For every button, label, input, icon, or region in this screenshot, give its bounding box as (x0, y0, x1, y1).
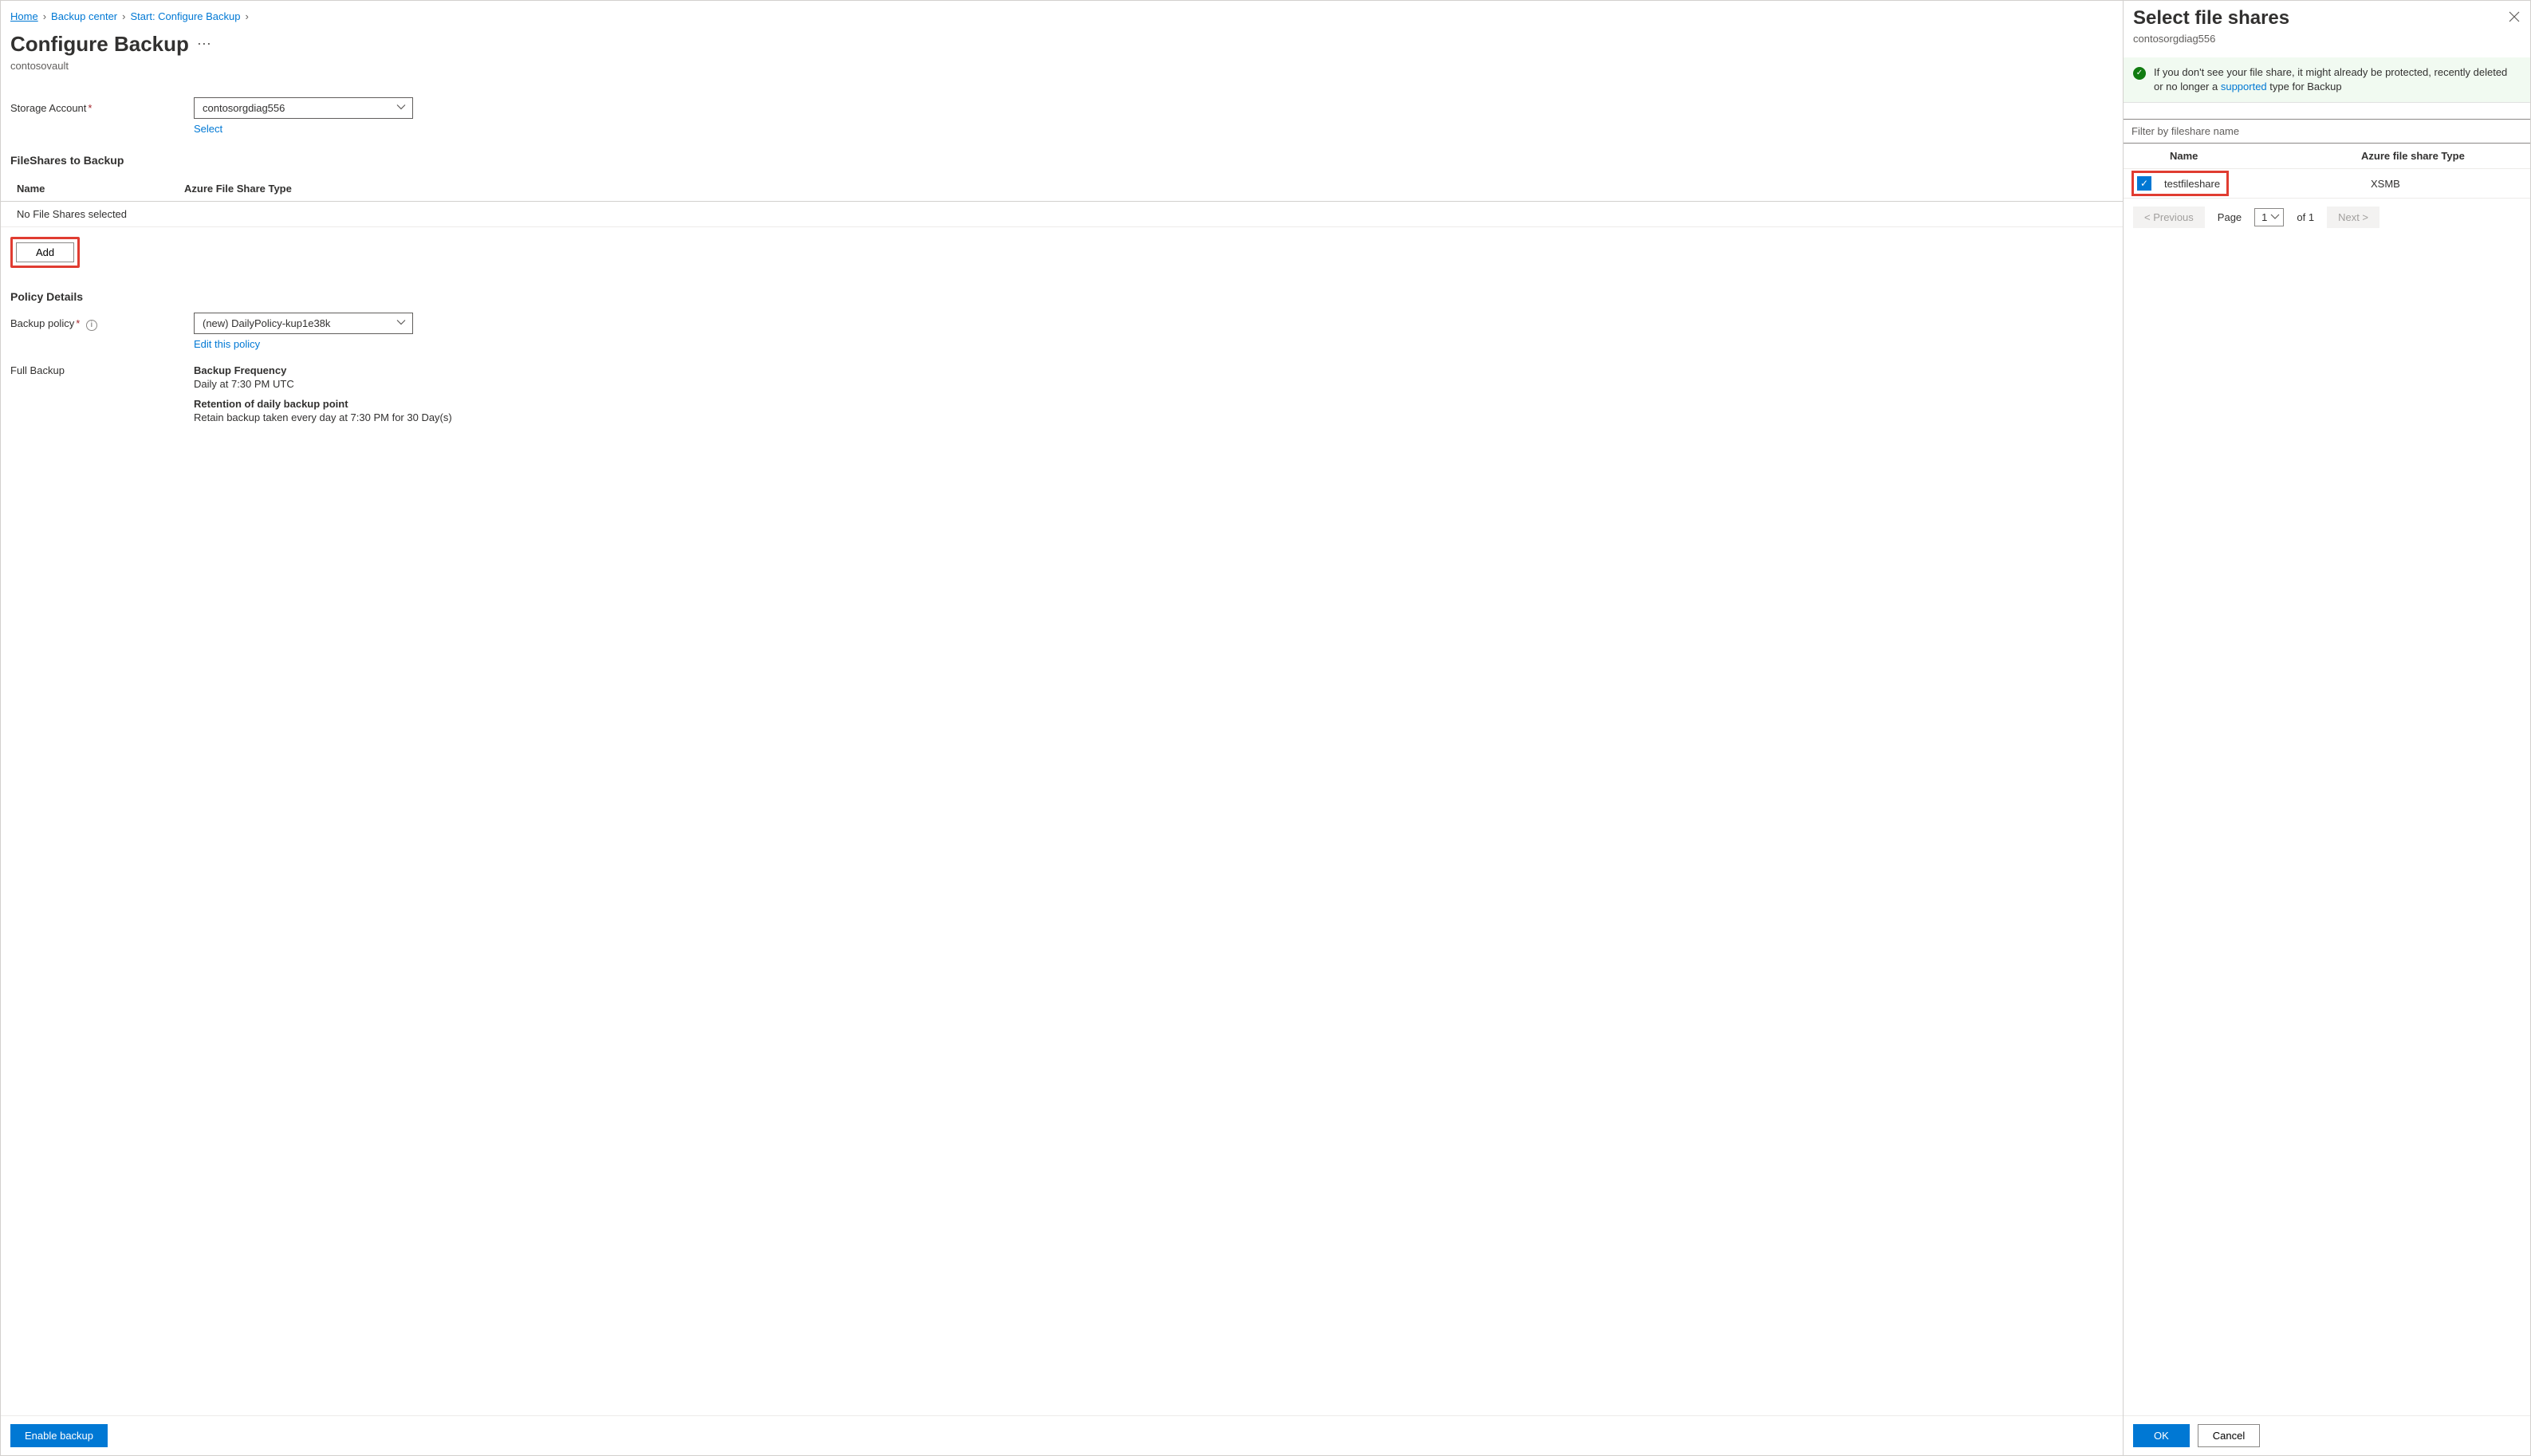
fileshares-heading: FileShares to Backup (10, 154, 2113, 167)
panel-grid-header: Name Azure file share Type (2124, 144, 2530, 169)
breadcrumb-backup-center[interactable]: Backup center (51, 10, 117, 22)
fileshares-col-name: Name (17, 183, 184, 195)
edit-policy-link[interactable]: Edit this policy (194, 338, 260, 350)
panel-col-name: Name (2165, 150, 2361, 162)
filter-input[interactable] (2124, 119, 2530, 144)
success-icon: ✓ (2133, 67, 2146, 80)
table-row[interactable]: ✓ testfileshare XSMB (2124, 169, 2530, 199)
page-title: Configure Backup (10, 32, 189, 57)
backup-policy-label: Backup policy* i (10, 313, 194, 331)
page-label: Page (2218, 211, 2242, 223)
chevron-right-icon: › (122, 10, 125, 22)
select-file-shares-panel: Select file shares contosorgdiag556 ✓ If… (2124, 1, 2530, 1455)
ok-button[interactable]: OK (2133, 1424, 2190, 1447)
checkbox-checked-icon[interactable]: ✓ (2137, 176, 2151, 191)
retention-head: Retention of daily backup point (194, 398, 2113, 410)
main-footer: Enable backup (1, 1415, 2123, 1455)
add-button-highlight: Add (10, 237, 80, 268)
fileshares-empty-row: No File Shares selected (1, 202, 2123, 227)
more-actions-button[interactable]: ⋯ (197, 36, 211, 53)
chevron-down-icon (396, 317, 406, 329)
panel-title: Select file shares (2133, 7, 2521, 30)
panel-subtitle: contosorgdiag556 (2133, 33, 2521, 45)
policy-details-heading: Policy Details (10, 290, 2113, 303)
storage-account-label: Storage Account* (10, 97, 194, 114)
pager: < Previous Page 1 of 1 Next > (2124, 199, 2530, 236)
enable-backup-button[interactable]: Enable backup (10, 1424, 108, 1447)
storage-account-select[interactable]: contosorgdiag556 (194, 97, 413, 119)
row-highlight: ✓ testfileshare (2131, 171, 2229, 196)
row-type: XSMB (2371, 178, 2530, 190)
chevron-right-icon: › (43, 10, 46, 22)
page-of: of 1 (2297, 211, 2314, 223)
chevron-down-icon (396, 102, 406, 114)
panel-col-type: Azure file share Type (2361, 150, 2521, 162)
main-panel: Home › Backup center › Start: Configure … (1, 1, 2124, 1455)
backup-policy-select[interactable]: (new) DailyPolicy-kup1e38k (194, 313, 413, 334)
supported-link[interactable]: supported (2221, 81, 2267, 92)
next-button[interactable]: Next > (2327, 207, 2379, 228)
fileshares-table: Name Azure File Share Type No File Share… (1, 176, 2123, 227)
page-select[interactable]: 1 (2254, 208, 2284, 226)
cancel-button[interactable]: Cancel (2198, 1424, 2260, 1447)
add-button[interactable]: Add (16, 242, 74, 262)
breadcrumb-home[interactable]: Home (10, 10, 38, 22)
chevron-right-icon: › (246, 10, 249, 22)
retention-value: Retain backup taken every day at 7:30 PM… (194, 411, 2113, 423)
prev-button[interactable]: < Previous (2133, 207, 2205, 228)
backup-frequency-value: Daily at 7:30 PM UTC (194, 378, 2113, 390)
breadcrumb: Home › Backup center › Start: Configure … (10, 7, 2113, 32)
info-icon[interactable]: i (86, 320, 97, 331)
page-subtitle: contosovault (10, 60, 2113, 72)
row-name: testfileshare (2164, 178, 2220, 190)
backup-frequency-head: Backup Frequency (194, 364, 2113, 376)
info-banner: ✓ If you don't see your file share, it m… (2124, 57, 2530, 103)
fileshares-col-type: Azure File Share Type (184, 183, 2107, 195)
close-icon[interactable] (2505, 7, 2524, 26)
storage-select-link[interactable]: Select (194, 123, 222, 135)
full-backup-label: Full Backup (10, 364, 194, 431)
chevron-down-icon (2270, 212, 2280, 224)
breadcrumb-start-configure[interactable]: Start: Configure Backup (130, 10, 240, 22)
panel-footer: OK Cancel (2124, 1415, 2530, 1455)
